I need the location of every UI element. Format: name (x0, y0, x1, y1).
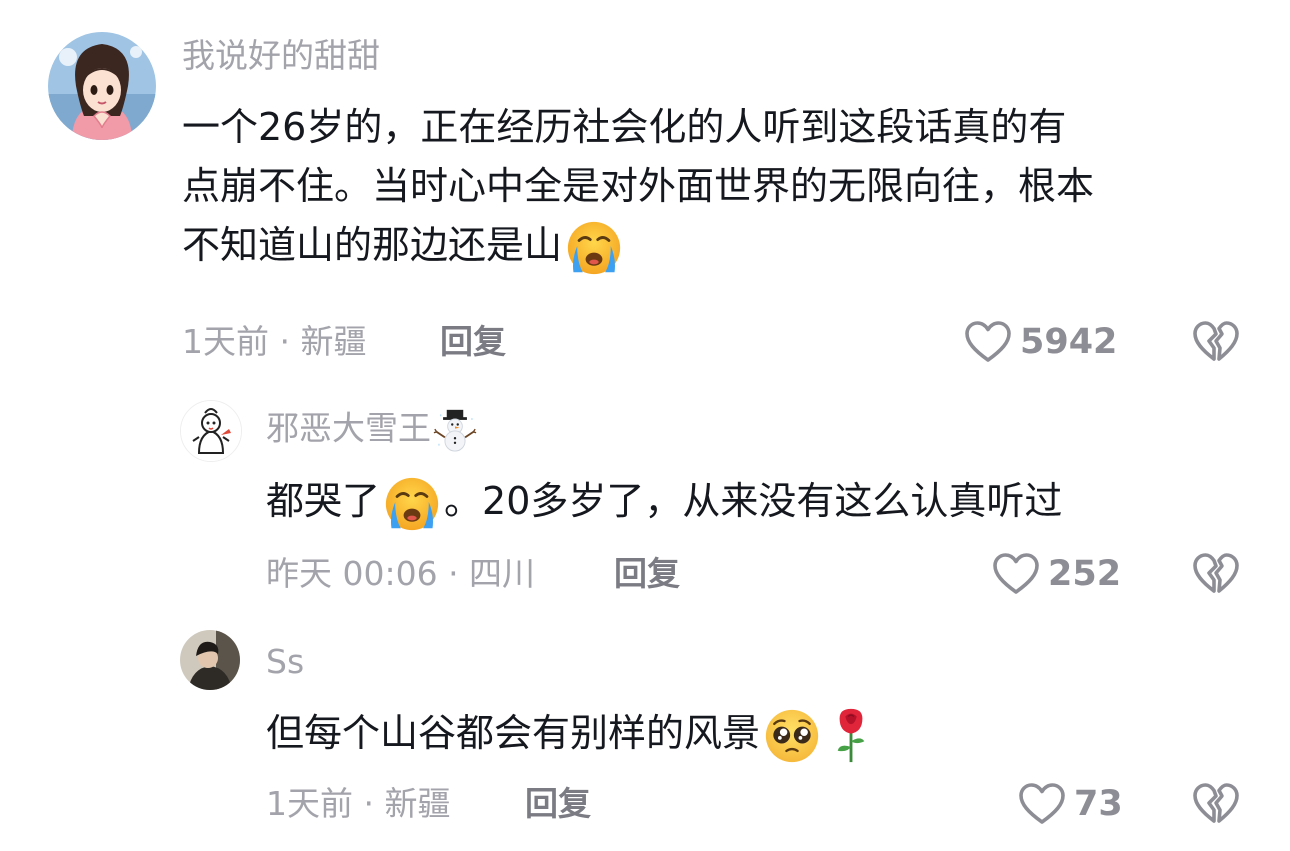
comment-text: 都哭了 。20多岁了，从来没有这么认真听过 (266, 472, 1062, 532)
rose-icon (832, 707, 870, 764)
pleading-face-icon (764, 708, 820, 764)
like-count: 5942 (1020, 322, 1118, 362)
reply-button[interactable]: 回复 (614, 554, 680, 594)
comment-1: 我说好的甜甜 一个26岁的，正在经历社会化的人听到这段话真的有 点崩不住。当时心… (0, 0, 1290, 380)
reply-button[interactable]: 回复 (525, 784, 591, 824)
reply-button[interactable]: 回复 (440, 322, 506, 362)
like-button[interactable]: 252 (992, 550, 1121, 598)
avatar[interactable] (180, 630, 240, 690)
like-count: 73 (1074, 784, 1123, 824)
comment-meta: 昨天 00:06 · 四川 (266, 554, 536, 593)
broken-heart-icon[interactable] (1192, 320, 1240, 364)
comment-meta: 1天前 · 新疆 (182, 322, 367, 361)
username[interactable]: Ss (266, 642, 304, 682)
like-button[interactable]: 73 (1018, 780, 1123, 828)
username[interactable]: 我说好的甜甜 (182, 36, 380, 76)
avatar[interactable] (48, 32, 156, 140)
comment-text-main: 但每个山谷都会有别样的风景 (266, 711, 761, 755)
heart-icon (1018, 782, 1066, 826)
comment-2: 邪恶大雪王 都哭了 。20多岁了，从来没有这么认真听过 昨天 00:06 · 四川… (0, 380, 1290, 610)
like-button[interactable]: 5942 (964, 318, 1117, 366)
comment-text: 一个26岁的，正在经历社会化的人听到这段话真的有 点崩不住。当时心中全是对外面世… (182, 98, 1094, 276)
comment-text-line-1: 一个26岁的，正在经历社会化的人听到这段话真的有 (182, 105, 1067, 149)
comment-text-line-3: 不知道山的那边还是山 (182, 216, 1094, 276)
comment-text-part-2: 。20多岁了，从来没有这么认真听过 (444, 479, 1063, 523)
like-count: 252 (1048, 554, 1122, 594)
broken-heart-icon[interactable] (1192, 552, 1240, 596)
comment-text-part-1: 都哭了 (266, 479, 381, 523)
comment-3: Ss 但每个山谷都会有别样的风景 1天前 · 新疆 回复 73 (0, 610, 1290, 851)
username[interactable]: 邪恶大雪王 (266, 408, 477, 452)
broken-heart-icon[interactable] (1192, 782, 1240, 826)
comment-text-line-3-text: 不知道山的那边还是山 (182, 223, 563, 267)
username-text: 邪恶大雪王 (266, 408, 431, 448)
heart-icon (992, 552, 1040, 596)
comment-text: 但每个山谷都会有别样的风景 (266, 704, 870, 764)
comment-meta: 1天前 · 新疆 (266, 784, 451, 823)
snowman-icon (433, 408, 477, 452)
loudly-crying-face-icon (566, 220, 622, 276)
comment-text-line-2: 点崩不住。当时心中全是对外面世界的无限向往，根本 (182, 164, 1095, 208)
avatar[interactable] (180, 400, 242, 462)
heart-icon (964, 320, 1012, 364)
loudly-crying-face-icon (384, 476, 440, 532)
